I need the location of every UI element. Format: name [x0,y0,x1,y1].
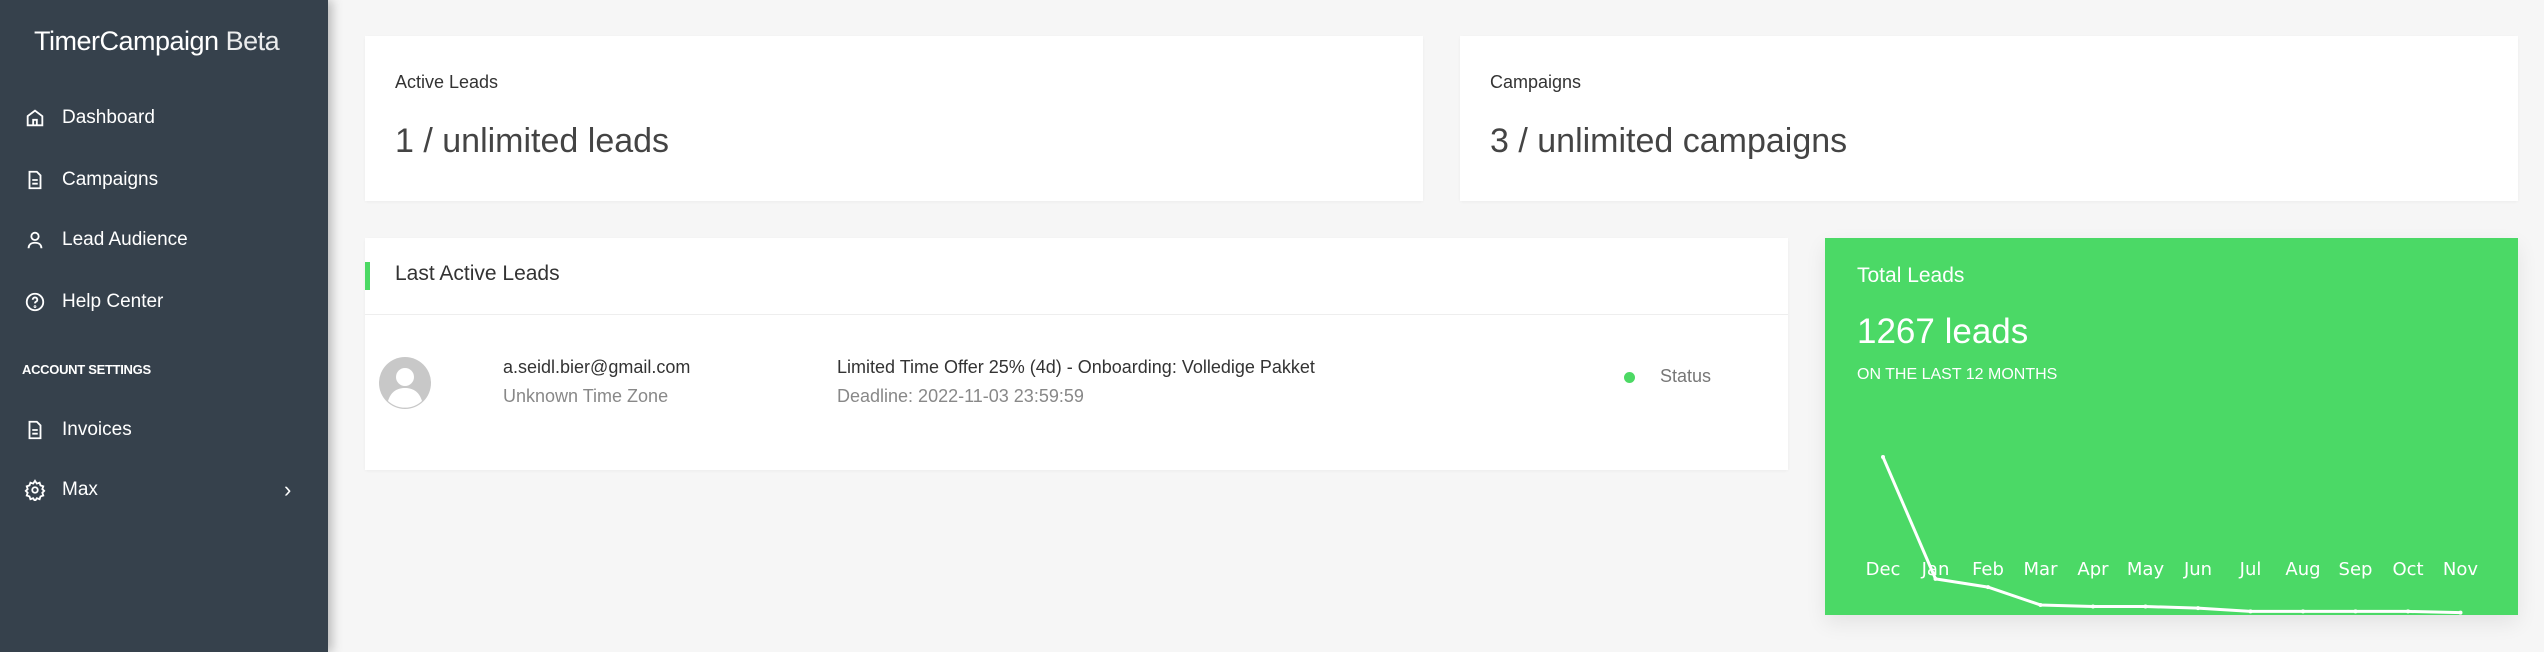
x-tick-label: Aug [2285,559,2320,580]
document-icon [28,420,42,440]
lead-email[interactable]: a.seidl.bier@gmail.com [503,357,690,378]
sidebar-item-lead-audience[interactable]: Lead Audience [0,218,328,262]
series-line [1881,456,2461,615]
x-tick-label: May [2127,559,2165,580]
avatar [379,357,431,409]
brand-logo[interactable]: TimerCampaign Beta [34,26,280,57]
total-leads-card: Total Leads 1267 leads ON THE LAST 12 MO… [1825,238,2518,615]
sidebar-item-label: Help Center [62,291,164,312]
card-label: Active Leads [395,72,499,92]
status-dot [1624,372,1635,383]
sidebar-item-label: Max [62,479,98,500]
sidebar-item-label: Dashboard [62,107,155,128]
data-point[interactable] [2353,609,2358,614]
sidebar-item-label: Invoices [62,419,132,440]
data-point[interactable] [2301,609,2305,614]
x-tick-label: Jul [2239,559,2262,580]
data-point[interactable] [2143,604,2148,609]
data-point[interactable] [1933,576,1938,581]
sidebar-item-help-center[interactable]: Help Center [0,280,328,324]
data-point[interactable] [2038,602,2043,607]
gear-icon [24,479,46,501]
home-icon [26,109,44,127]
status-badge: Status [1660,366,1712,386]
x-tick-label: Sep [2339,559,2373,580]
section-title: Last Active Leads [395,262,560,285]
last-active-leads-card: Last Active Leads a.seidl.bier@gmail.com… [365,238,1788,470]
divider [365,314,1788,315]
data-point[interactable] [2248,609,2253,614]
account-settings-heading: ACCOUNT SETTINGS [22,362,151,377]
x-tick-label: Jun [2183,559,2212,580]
brand-name: TimerCampaign [34,26,219,56]
x-tick-label: Apr [2077,559,2109,580]
active-leads-card: Active Leads 1 / unlimited leads [365,36,1423,201]
data-point[interactable] [2406,609,2410,614]
campaigns-card: Campaigns 3 / unlimited campaigns [1460,36,2518,201]
data-point[interactable] [1986,585,1990,590]
brand-suffix: Beta [225,26,280,56]
document-icon [28,170,42,190]
user-icon [27,231,43,249]
sidebar: TimerCampaign Beta Dashboard Campaigns L… [0,0,328,652]
sidebar-item-max[interactable]: Max › [0,468,328,512]
card-value: 1 / unlimited leads [395,122,670,160]
x-tick-label: Dec [1866,559,1901,580]
sidebar-item-dashboard[interactable]: Dashboard [0,96,328,140]
leads-line-chart: Dec Jan Feb Mar Apr May Jun Jul Aug Sep Oct Nov [1866,455,2478,615]
help-circle-icon [25,292,45,312]
lead-timezone: Unknown Time Zone [503,386,669,406]
sidebar-item-label: Lead Audience [62,229,188,250]
card-value: 3 / unlimited campaigns [1490,122,1848,160]
x-tick-label: Mar [2024,559,2059,580]
chevron-right-icon: › [284,477,292,502]
data-point[interactable] [2458,610,2463,615]
x-tick-label: Oct [2392,559,2423,580]
lead-deadline: Deadline: 2022-11-03 23:59:59 [837,386,1084,406]
card-label: Campaigns [1490,72,1582,92]
sidebar-item-label: Campaigns [62,169,159,190]
data-point[interactable] [2196,606,2200,611]
data-point[interactable] [2091,604,2095,609]
x-tick-label: Nov [2443,559,2478,580]
sidebar-item-invoices[interactable]: Invoices [0,408,328,452]
sidebar-item-campaigns[interactable]: Campaigns [0,158,328,202]
x-tick-label: Feb [1972,559,2004,580]
accent-bar [365,262,370,290]
data-point[interactable] [1881,455,1885,459]
lead-campaign: Limited Time Offer 25% (4d) - Onboarding… [837,357,1315,377]
